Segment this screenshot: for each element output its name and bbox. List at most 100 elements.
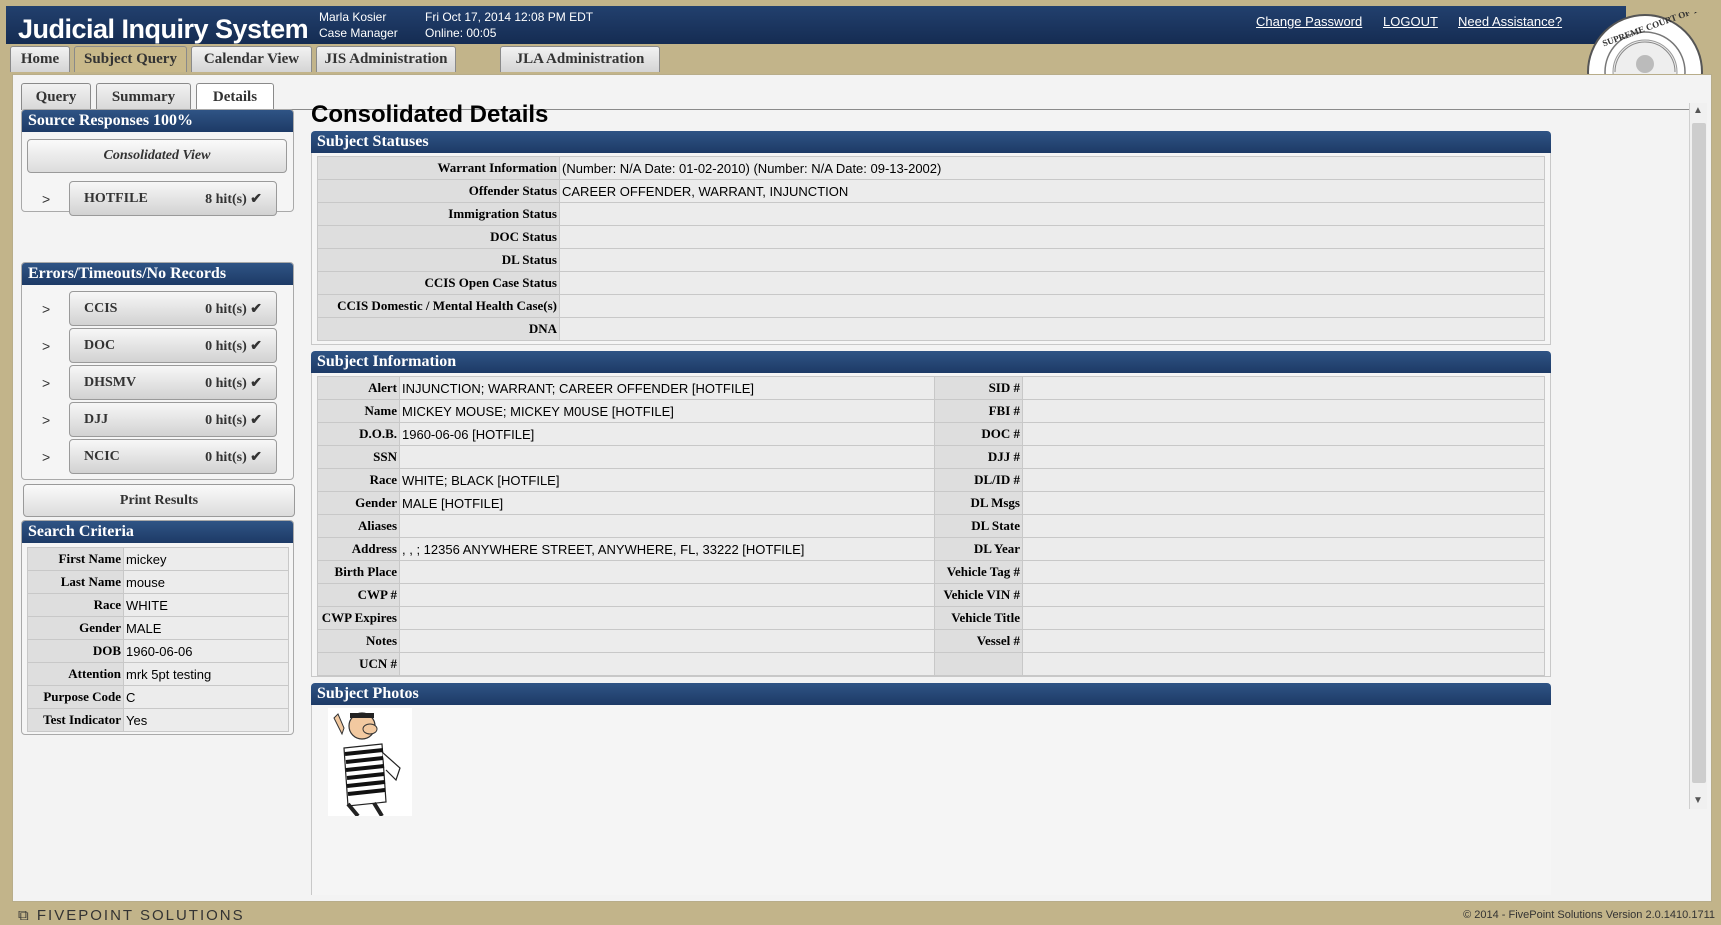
app-header: Judicial Inquiry System Marla Kosier Cas… [0,0,1721,50]
source-hits: 0 hit(s) ✔ [205,450,262,465]
source-row-ccis: > CCIS 0 hit(s) ✔ [22,291,292,328]
table-row: CCIS Domestic / Mental Health Case(s) [317,294,1545,318]
source-name: NCIC [84,449,120,464]
source-name: CCIS [84,301,118,316]
copyright-text: © 2014 - FivePoint Solutions Version 2.0… [1463,909,1715,921]
source-name: DOC [84,338,116,353]
table-row: D.O.B. 1960-06-06 [HOTFILE] DOC # [317,422,1545,446]
source-row-ncic: > NCIC 0 hit(s) ✔ [22,439,292,476]
source-button-dhsmv[interactable]: DHSMV 0 hit(s) ✔ [69,365,277,400]
table-row: CCIS Open Case Status [317,271,1545,295]
scroll-up-icon[interactable]: ▲ [1693,105,1703,116]
source-row-hotfile: > HOTFILE 8 hit(s) ✔ [22,181,292,218]
source-name: DJJ [84,412,109,427]
expand-arrow-icon[interactable]: > [42,375,50,391]
subject-photo[interactable] [328,708,412,816]
source-responses-title: Source Responses 100% [22,110,293,132]
table-row: DNA [317,317,1545,341]
table-row: Birth Place Vehicle Tag # [317,560,1545,584]
table-row: Alert INJUNCTION; WARRANT; CAREER OFFENDE… [317,376,1545,400]
subject-statuses-panel: Warrant Information (Number: N/A Date: 01… [311,153,1551,345]
table-row: CWP Expires Vehicle Title [317,606,1545,630]
table-row: Warrant Information (Number: N/A Date: 01… [317,156,1545,180]
need-assistance-link[interactable]: Need Assistance? [1458,14,1562,29]
source-hits: 0 hit(s) ✔ [205,376,262,391]
tab-jis-administration[interactable]: JIS Administration [316,46,456,72]
check-icon: ✔ [250,339,262,354]
header-bar: Judicial Inquiry System Marla Kosier Cas… [6,6,1626,44]
expand-arrow-icon[interactable]: > [42,338,50,354]
sub-tabs: Query Summary Details [21,83,1701,111]
subject-statuses-table: Warrant Information (Number: N/A Date: 01… [317,156,1545,341]
tab-jla-administration[interactable]: JLA Administration [500,46,660,72]
content-area: Query Summary Details Source Responses 1… [12,74,1712,902]
source-hits: 0 hit(s) ✔ [205,413,262,428]
subject-information-panel: Alert INJUNCTION; WARRANT; CAREER OFFENDE… [311,373,1551,677]
check-icon: ✔ [250,376,262,391]
check-icon: ✔ [250,192,262,207]
check-icon: ✔ [250,302,262,317]
table-row: CWP # Vehicle VIN # [317,583,1545,607]
expand-arrow-icon[interactable]: > [42,301,50,317]
source-row-djj: > DJJ 0 hit(s) ✔ [22,402,292,439]
source-button-doc[interactable]: DOC 0 hit(s) ✔ [69,328,277,363]
logout-link[interactable]: LOGOUT [1383,14,1438,29]
print-results-button[interactable]: Print Results [23,484,295,517]
table-row: Race WHITE [27,593,289,617]
footer: ⧉ FIVEPOINT SOLUTIONS © 2014 - FivePoint… [0,904,1721,925]
expand-arrow-icon[interactable]: > [42,449,50,465]
table-row: SSN DJJ # [317,445,1545,469]
vertical-scrollbar[interactable]: ▲ ▼ [1689,103,1707,809]
table-row: Gender MALE [27,616,289,640]
table-row: Gender MALE [HOTFILE] DL Msgs [317,491,1545,515]
table-row: Attention mrk 5pt testing [27,662,289,686]
table-row: Last Name mouse [27,570,289,594]
user-role: Case Manager [319,26,398,40]
user-name: Marla Kosier [319,10,387,24]
source-responses-panel: Source Responses 100% Consolidated View … [21,109,294,216]
search-criteria-title: Search Criteria [22,521,293,543]
subtab-query[interactable]: Query [21,83,91,110]
scroll-thumb[interactable] [1692,123,1706,783]
check-icon: ✔ [250,413,262,428]
source-row-doc: > DOC 0 hit(s) ✔ [22,328,292,365]
source-button-ccis[interactable]: CCIS 0 hit(s) ✔ [69,291,277,326]
subject-information-title: Subject Information [311,351,1551,373]
consolidated-view-button[interactable]: Consolidated View [27,139,287,173]
subject-photos-panel [311,705,1551,895]
source-button-ncic[interactable]: NCIC 0 hit(s) ✔ [69,439,277,474]
table-row: Name MICKEY MOUSE; MICKEY M0USE [HOTFILE]… [317,399,1545,423]
source-hits: 8 hit(s) ✔ [205,192,262,207]
current-datetime: Fri Oct 17, 2014 12:08 PM EDT [425,10,594,24]
app-title: Judicial Inquiry System [18,14,309,44]
change-password-link[interactable]: Change Password [1256,14,1362,29]
source-name: DHSMV [84,375,137,390]
expand-arrow-icon[interactable]: > [42,412,50,428]
table-row: UCN # [317,652,1545,676]
subtab-details[interactable]: Details [196,83,274,111]
expand-arrow-icon[interactable]: > [42,191,50,207]
subtab-summary[interactable]: Summary [96,83,191,110]
source-hits: 0 hit(s) ✔ [205,339,262,354]
table-row: First Name mickey [27,547,289,571]
table-row: Notes Vessel # [317,629,1545,653]
table-row: DOC Status [317,225,1545,249]
table-row: Purpose Code C [27,685,289,709]
source-row-dhsmv: > DHSMV 0 hit(s) ✔ [22,365,292,402]
table-row: DOB 1960-06-06 [27,639,289,663]
tab-calendar-view[interactable]: Calendar View [191,46,312,72]
table-row: Race WHITE; BLACK [HOTFILE] DL/ID # [317,468,1545,492]
search-criteria-table: First Name mickey Last Name mouse Race WHIT… [27,547,289,732]
tab-home[interactable]: Home [10,46,70,72]
search-criteria-panel: Search Criteria First Name mickey Last Na… [21,520,294,735]
online-time: Online: 00:05 [425,26,497,40]
source-button-hotfile[interactable]: HOTFILE 8 hit(s) ✔ [69,181,277,216]
tab-subject-query[interactable]: Subject Query [74,46,187,72]
errors-title: Errors/Timeouts/No Records [22,263,293,285]
subject-statuses-title: Subject Statuses [311,131,1551,153]
errors-panel: Errors/Timeouts/No Records > CCIS 0 hit(… [21,262,294,480]
scroll-down-icon[interactable]: ▼ [1693,795,1703,806]
fivepoint-logo: ⧉ FIVEPOINT SOLUTIONS [18,907,245,924]
table-row: Aliases DL State [317,514,1545,538]
source-button-djj[interactable]: DJJ 0 hit(s) ✔ [69,402,277,437]
